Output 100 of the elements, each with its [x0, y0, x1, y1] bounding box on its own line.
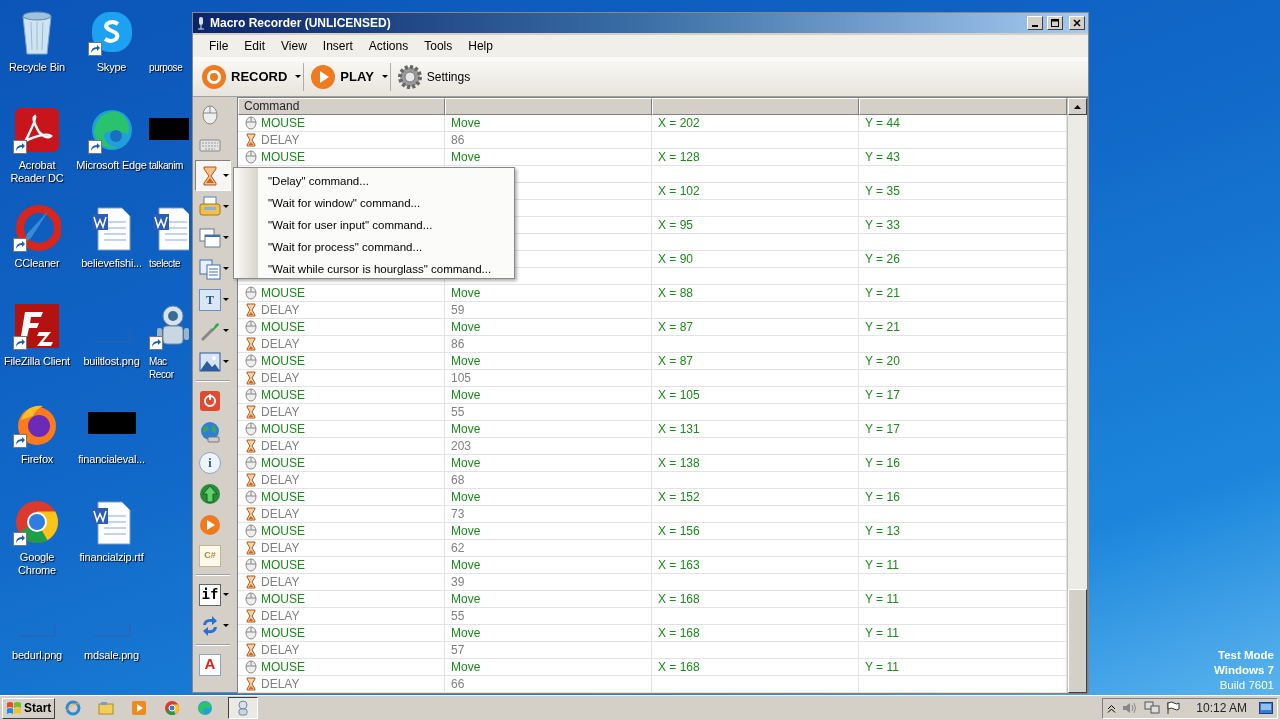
icon-label[interactable]: financialeval...	[75, 453, 148, 466]
icon-label[interactable]: financialzip.rtf	[75, 551, 148, 564]
network-icon[interactable]	[1144, 701, 1161, 715]
icon-label[interactable]: believefishi...	[75, 257, 148, 270]
command-text: MOUSE	[261, 149, 305, 165]
menu-item[interactable]: "Wait for process" command...	[258, 235, 498, 257]
icon-label[interactable]: mdsale.png	[75, 649, 148, 662]
chevron-up-icon[interactable]	[1107, 703, 1117, 713]
table-cell: Y = 21	[859, 319, 1067, 336]
settings-button[interactable]: Settings	[392, 61, 475, 92]
icon-label[interactable]: talkanim	[149, 159, 191, 172]
table-cell: X = 90	[652, 251, 859, 268]
tool-button[interactable]	[195, 160, 231, 191]
chrome-icon[interactable]	[13, 498, 61, 546]
info-button[interactable]: i	[195, 447, 231, 478]
table-cell: 86	[445, 132, 652, 149]
menu-item[interactable]: "Delay" command...	[258, 169, 498, 191]
condition-button[interactable]: if	[195, 579, 231, 610]
hourglass-icon	[244, 133, 258, 147]
menu-item[interactable]: View	[273, 37, 315, 55]
close-button[interactable]	[1069, 16, 1085, 30]
menu-item[interactable]: Tools	[416, 37, 461, 55]
table-cell: Y = 44	[859, 115, 1067, 132]
table-cell: 55	[445, 404, 652, 421]
table-cell: 55	[445, 608, 652, 625]
table-cell: Move	[445, 455, 652, 472]
minimize-button[interactable]	[1027, 16, 1043, 30]
table-cell: X = 105	[652, 387, 859, 404]
menu-item[interactable]: "Wait while cursor is hourglass" command...	[258, 257, 498, 279]
icon-label[interactable]: Acrobat Reader DC	[1, 159, 73, 185]
text-style-button[interactable]: A	[195, 649, 231, 680]
menu-item[interactable]: Edit	[236, 37, 274, 55]
mouse-icon	[199, 102, 221, 125]
menu-item[interactable]: Insert	[314, 37, 361, 55]
edge-icon	[197, 700, 214, 716]
table-cell: Move	[445, 523, 652, 540]
menu-item[interactable]: Actions	[360, 37, 417, 55]
icon-label[interactable]: Microsoft Edge	[75, 159, 148, 172]
column-header[interactable]: Command	[238, 98, 445, 115]
icon-label[interactable]: bedurl.png	[1, 649, 73, 662]
start-button[interactable]: Start	[2, 697, 56, 719]
play-button[interactable]: PLAY	[306, 61, 378, 92]
hourglass-icon	[244, 303, 258, 317]
icon-label[interactable]: CCleaner	[1, 257, 73, 270]
table-cell: Move	[445, 353, 652, 370]
column-header[interactable]	[859, 98, 1067, 115]
table-cell: 203	[445, 438, 652, 455]
table-cell: Y = 11	[859, 625, 1067, 642]
taskbar-app[interactable]	[228, 697, 259, 719]
scrollbar-thumb[interactable]	[1068, 589, 1087, 693]
flag-icon[interactable]	[1166, 701, 1181, 715]
table-cell: 68	[445, 472, 652, 489]
icon-label[interactable]: Firefox	[1, 453, 73, 466]
menu-item[interactable]: File	[201, 37, 237, 55]
table-cell: Move	[445, 625, 652, 642]
maximize-button[interactable]	[1047, 16, 1063, 30]
caret-icon[interactable]	[381, 75, 388, 78]
column-header[interactable]	[445, 98, 652, 115]
icon-label[interactable]: Recycle Bin	[1, 61, 73, 74]
table-cell: X = 102	[652, 183, 859, 200]
icon-label[interactable]: tselecte	[149, 257, 191, 270]
table-cell: X = 168	[652, 659, 859, 676]
table-cell: X = 131	[652, 421, 859, 438]
table-cell: 59	[445, 302, 652, 319]
scrollbar[interactable]	[1067, 98, 1087, 693]
table-cell: X = 87	[652, 319, 859, 336]
table-cell: Move	[445, 115, 652, 132]
command-text: DELAY	[261, 676, 300, 692]
icon-label[interactable]: Skype	[75, 61, 148, 74]
watermark-text: Test Mode	[1217, 648, 1274, 663]
icon-label[interactable]: Google Chrome	[1, 551, 73, 577]
microphone-icon	[196, 16, 206, 30]
icon-label[interactable]: builtlost.png	[75, 355, 148, 368]
icon-label[interactable]: FileZilla Client	[1, 355, 73, 368]
hourglass-icon	[244, 643, 258, 657]
menu-item[interactable]: "Wait for user input" command...	[258, 213, 498, 235]
table-cell: 105	[445, 370, 652, 387]
column-header[interactable]	[652, 98, 859, 115]
gear-icon	[396, 63, 423, 90]
command-text: DELAY	[261, 574, 300, 590]
acrobat-icon[interactable]	[13, 106, 61, 154]
menu-item[interactable]: "Wait for window" command...	[258, 191, 498, 213]
table-cell: Move	[445, 489, 652, 506]
command-text: DELAY	[261, 336, 300, 352]
command-text: MOUSE	[261, 285, 305, 301]
show-desktop-icon[interactable]	[1259, 702, 1273, 714]
hourglass-icon	[244, 405, 258, 419]
table-cell: Y = 26	[859, 251, 1067, 268]
command-text: DELAY	[261, 370, 300, 386]
icon-label[interactable]: purpose	[149, 61, 191, 74]
icon-label[interactable]: Mac Recor	[149, 355, 191, 381]
filezilla-icon[interactable]	[13, 302, 61, 350]
record-button[interactable]: RECORD	[197, 61, 292, 92]
ccleaner-icon[interactable]	[13, 204, 61, 252]
text-tool-button[interactable]: T	[195, 284, 231, 315]
menu-item[interactable]: Help	[460, 37, 501, 55]
scroll-up-icon[interactable]	[1074, 104, 1081, 109]
table-cell: X = 95	[652, 217, 859, 234]
speaker-icon[interactable]	[1122, 701, 1139, 715]
command-text: DELAY	[261, 608, 300, 624]
